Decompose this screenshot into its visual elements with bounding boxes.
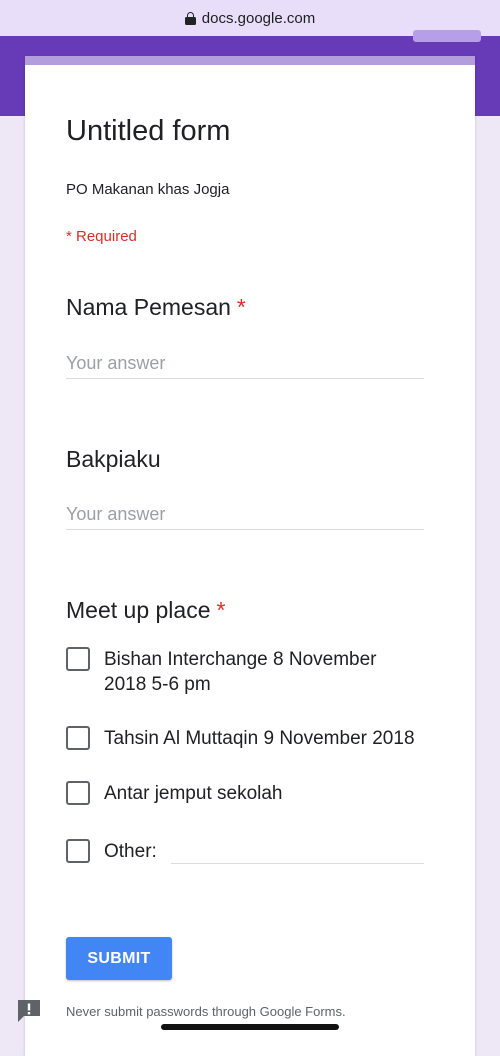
option-other[interactable]: Other:: [66, 839, 174, 864]
home-indicator[interactable]: [161, 1024, 339, 1030]
question-title-nama-pemesan: Nama Pemesan *: [66, 294, 246, 321]
checkbox[interactable]: [66, 726, 90, 750]
browser-tab-button[interactable]: [413, 30, 481, 42]
option-label: Other:: [104, 841, 157, 862]
required-star: *: [236, 294, 246, 320]
footer-note: Never submit passwords through Google Fo…: [66, 1004, 346, 1019]
url-text[interactable]: docs.google.com: [202, 10, 315, 27]
option-label: Tahsin Al Muttaqin 9 November 2018: [104, 728, 415, 749]
other-text-input[interactable]: [171, 838, 424, 864]
required-star: *: [216, 597, 226, 623]
lock-icon: [184, 11, 196, 25]
submit-button[interactable]: SUBMIT: [66, 937, 172, 980]
nama-pemesan-input[interactable]: [66, 349, 424, 379]
option-tahsin-al-muttaqin[interactable]: Tahsin Al Muttaqin 9 November 2018: [66, 726, 444, 751]
option-label: Antar jemput sekolah: [104, 783, 283, 804]
form-title: Untitled form: [66, 115, 231, 147]
form-card: Untitled form PO Makanan khas Jogja * Re…: [25, 56, 475, 1056]
feedback-icon[interactable]: [16, 999, 42, 1023]
checkbox[interactable]: [66, 781, 90, 805]
question-title-meet-up-place: Meet up place *: [66, 597, 225, 624]
bakpiaku-input[interactable]: [66, 500, 424, 530]
option-bishan-interchange[interactable]: Bishan Interchange 8 November 2018 5-6 p…: [66, 647, 424, 697]
required-note: * Required: [66, 228, 137, 245]
question-label: Meet up place: [66, 597, 211, 623]
question-title-bakpiaku: Bakpiaku: [66, 446, 161, 473]
checkbox[interactable]: [66, 839, 90, 863]
question-label: Bakpiaku: [66, 446, 161, 472]
checkbox[interactable]: [66, 647, 90, 671]
option-antar-jemput-sekolah[interactable]: Antar jemput sekolah: [66, 781, 424, 806]
form-description: PO Makanan khas Jogja: [66, 181, 230, 198]
option-label: Bishan Interchange 8 November 2018 5-6 p…: [104, 649, 377, 695]
question-label: Nama Pemesan: [66, 294, 231, 320]
